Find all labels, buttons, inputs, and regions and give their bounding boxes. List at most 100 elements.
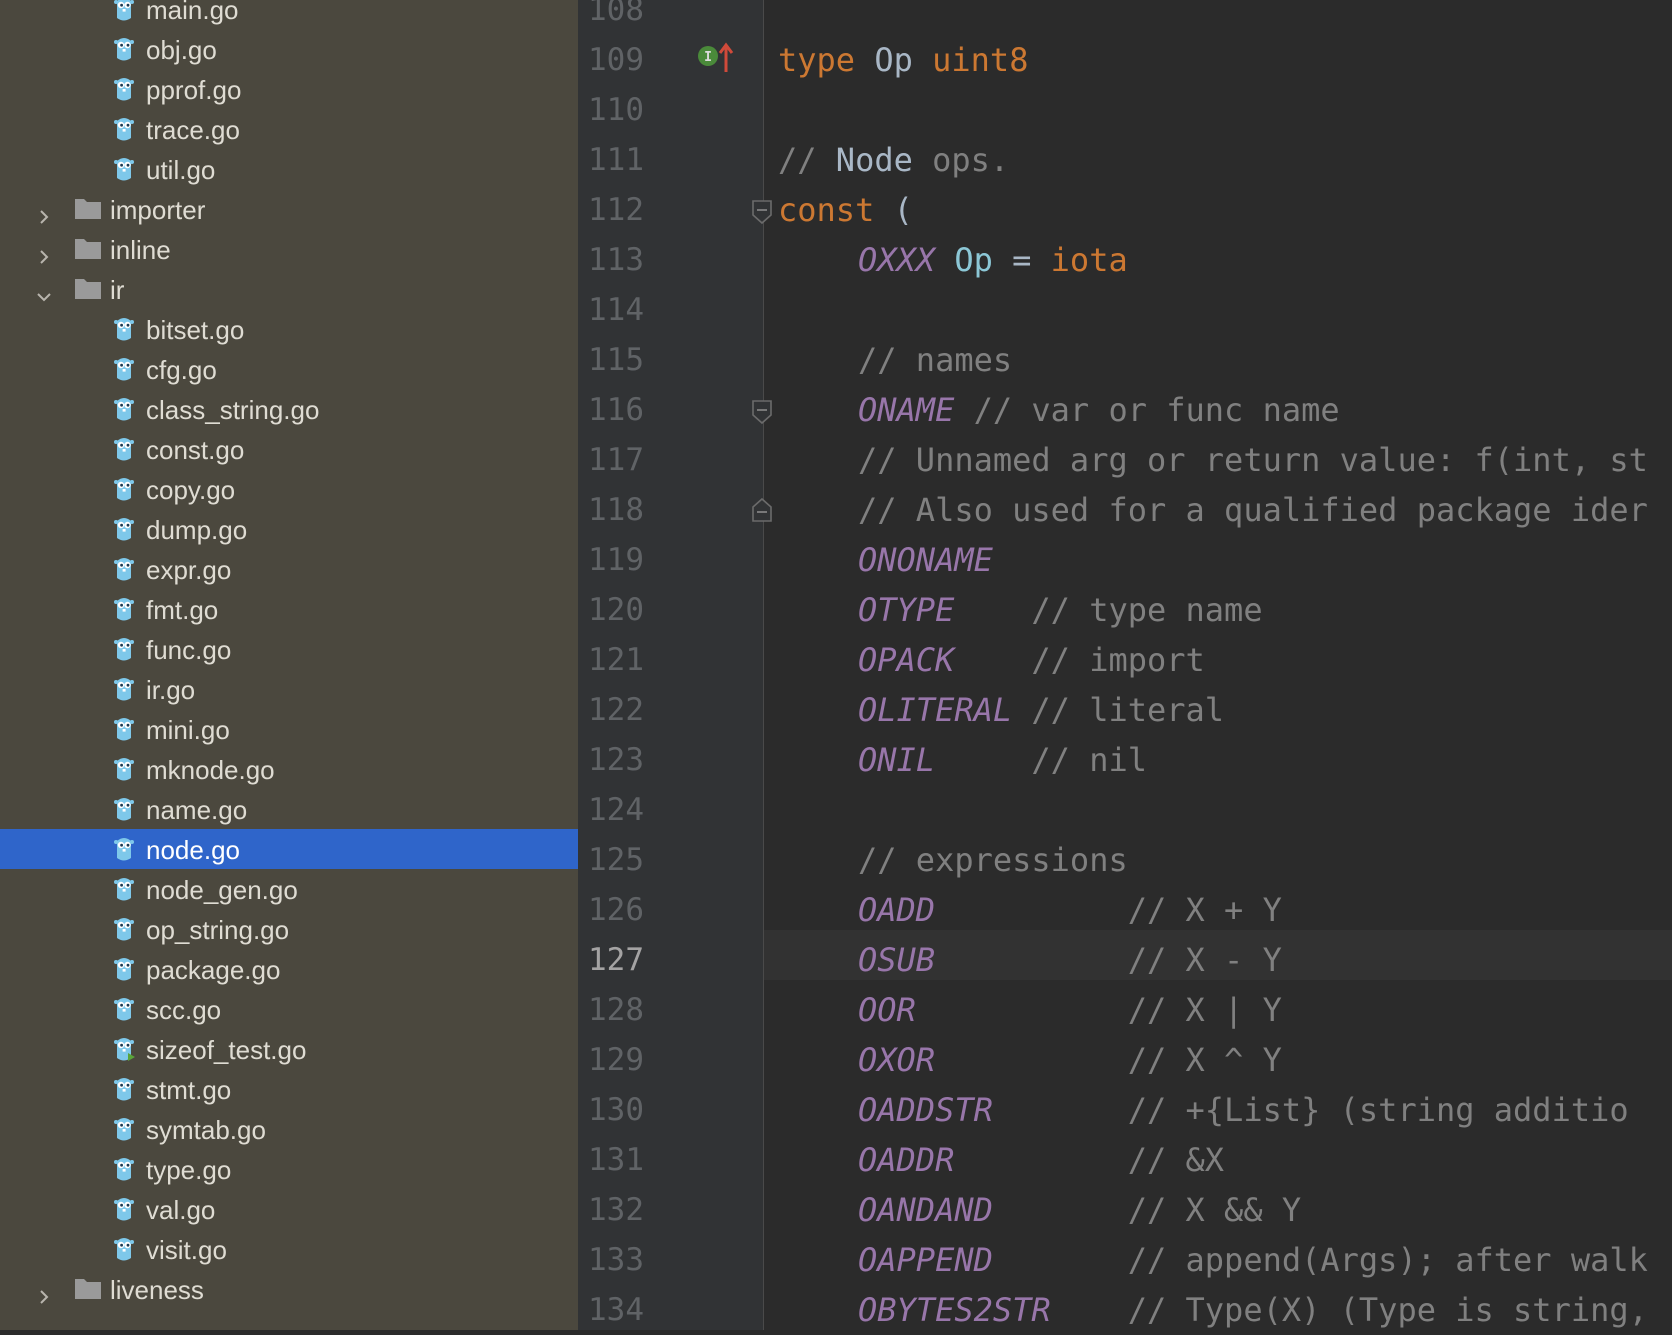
code-line-115: // names	[858, 335, 1012, 385]
tree-file-label: stmt.go	[146, 1075, 232, 1105]
tree-folder[interactable]: importer	[0, 189, 578, 229]
tree-file-const-go[interactable]: const.go	[0, 429, 578, 469]
tree-file-op-string-go[interactable]: op_string.go	[0, 909, 578, 949]
tree-file-type-go[interactable]: type.go	[0, 1149, 578, 1189]
implements-marker-icon[interactable]: I	[696, 40, 736, 76]
go-file-icon	[112, 996, 136, 1024]
tree-file-trace-go[interactable]: trace.go	[0, 109, 578, 149]
tree-folder[interactable]: inline	[0, 229, 578, 269]
keyword-type: type	[778, 41, 856, 79]
tree-file-label: ir.go	[146, 675, 196, 705]
chevron-down-icon[interactable]	[36, 281, 52, 302]
line-number: 120	[588, 592, 644, 628]
go-file-icon	[112, 556, 136, 584]
line-number: 133	[588, 1242, 644, 1278]
chevron-right-icon[interactable]	[36, 241, 52, 264]
const-name: OTYPE	[858, 591, 955, 629]
line-number: 121	[588, 642, 644, 678]
tree-file-mknode-go[interactable]: mknode.go	[0, 749, 578, 789]
tree-file-stmt-go[interactable]: stmt.go	[0, 1069, 578, 1109]
go-file-icon	[112, 1036, 136, 1064]
type-name: Op	[874, 41, 913, 79]
go-file-icon	[112, 1116, 136, 1144]
code-line-112: const (	[778, 185, 913, 235]
line-number: 119	[588, 542, 644, 578]
tree-file-fmt-go[interactable]: fmt.go	[0, 589, 578, 629]
folder-icon	[74, 1276, 102, 1300]
tree-file-symtab-go[interactable]: symtab.go	[0, 1109, 578, 1149]
svg-text:I: I	[704, 50, 712, 65]
go-file-icon	[112, 516, 136, 544]
tree-file-label: main.go	[146, 0, 239, 25]
tree-file-label: mini.go	[146, 715, 230, 745]
type-ref: Op	[954, 241, 993, 279]
tree-file-obj-go[interactable]: obj.go	[0, 29, 578, 69]
tree-file-node-gen-go[interactable]: node_gen.go	[0, 869, 578, 909]
tree-file-sizeof-test-go[interactable]: sizeof_test.go	[0, 1029, 578, 1069]
line-number: 118	[588, 492, 644, 528]
tree-file-node-go[interactable]: node.go	[0, 829, 578, 869]
line-number: 127	[588, 942, 644, 978]
tree-file-expr-go[interactable]: expr.go	[0, 549, 578, 589]
go-file-icon	[112, 396, 136, 424]
comment-ref: Node	[835, 141, 913, 179]
fold-collapse-icon[interactable]	[751, 399, 773, 425]
comment-text: // X && Y	[992, 1191, 1302, 1229]
code-line-131: OADDR // &X	[858, 1135, 1224, 1185]
comment-text: // +{List} (string additio	[992, 1091, 1629, 1129]
go-file-icon	[112, 676, 136, 704]
tree-file-label: sizeof_test.go	[146, 1035, 307, 1065]
line-number: 111	[588, 142, 644, 178]
const-name: OPACK	[858, 641, 955, 679]
tree-file-util-go[interactable]: util.go	[0, 149, 578, 189]
comment-text: // type name	[954, 591, 1263, 629]
tree-file-mini-go[interactable]: mini.go	[0, 709, 578, 749]
line-number: 132	[588, 1192, 644, 1228]
tree-file-visit-go[interactable]: visit.go	[0, 1229, 578, 1269]
comment-text: // names	[858, 341, 1013, 379]
line-number: 130	[588, 1092, 644, 1128]
line-number: 110	[588, 92, 644, 128]
tree-file-func-go[interactable]: func.go	[0, 629, 578, 669]
tree-file-main-go[interactable]: main.go	[0, 0, 578, 29]
tree-file-class-string-go[interactable]: class_string.go	[0, 389, 578, 429]
tree-file-package-go[interactable]: package.go	[0, 949, 578, 989]
go-file-icon	[112, 356, 136, 384]
tree-file-cfg-go[interactable]: cfg.go	[0, 349, 578, 389]
tree-file-bitset-go[interactable]: bitset.go	[0, 309, 578, 349]
tree-file-label: func.go	[146, 635, 232, 665]
tree-file-name-go[interactable]: name.go	[0, 789, 578, 829]
go-file-icon	[112, 1156, 136, 1184]
tree-file-dump-go[interactable]: dump.go	[0, 509, 578, 549]
assign-op: =	[992, 241, 1051, 279]
tree-folder[interactable]: liveness	[0, 1269, 578, 1309]
tree-file-scc-go[interactable]: scc.go	[0, 989, 578, 1029]
fold-end-icon[interactable]	[751, 497, 773, 523]
code-line-123: ONIL // nil	[858, 735, 1147, 785]
tree-file-val-go[interactable]: val.go	[0, 1189, 578, 1229]
tree-file-copy-go[interactable]: copy.go	[0, 469, 578, 509]
tree-file-label: symtab.go	[146, 1115, 266, 1145]
tree-file-label: const.go	[146, 435, 245, 465]
tree-file-label: name.go	[146, 795, 248, 825]
go-file-icon	[112, 796, 136, 824]
code-line-120: OTYPE // type name	[858, 585, 1263, 635]
tree-file-label: type.go	[146, 1155, 232, 1185]
folder-icon	[74, 196, 102, 220]
const-name: OANDAND	[858, 1191, 993, 1229]
const-name: OXXX	[858, 241, 936, 279]
tree-file-label: trace.go	[146, 115, 240, 145]
tree-folder[interactable]: ir	[0, 269, 578, 309]
go-file-icon	[112, 156, 136, 184]
line-number: 113	[588, 242, 644, 278]
tree-file-label: package.go	[146, 955, 281, 985]
chevron-right-icon[interactable]	[36, 201, 52, 224]
tree-file-ir-go[interactable]: ir.go	[0, 669, 578, 709]
tree-file-pprof-go[interactable]: pprof.go	[0, 69, 578, 109]
comment-text: // &X	[954, 1141, 1225, 1179]
iota-builtin: iota	[1050, 241, 1128, 279]
chevron-right-icon[interactable]	[36, 1281, 52, 1304]
fold-collapse-icon[interactable]	[751, 199, 773, 225]
code-line-130: OADDSTR // +{List} (string additio	[858, 1085, 1629, 1135]
go-file-icon	[112, 876, 136, 904]
